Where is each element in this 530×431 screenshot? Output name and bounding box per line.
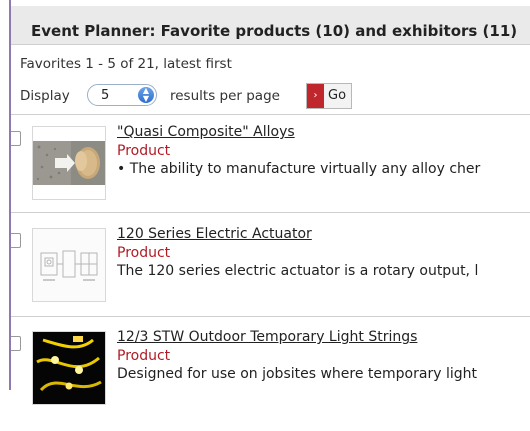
item-type: Product [117, 348, 171, 364]
product-thumbnail[interactable] [32, 126, 106, 200]
item-title-link[interactable]: 12/3 STW Outdoor Temporary Light Strings [117, 329, 417, 345]
item-title-link[interactable]: "Quasi Composite" Alloys [117, 124, 295, 140]
divider [11, 316, 530, 317]
light-string-image-icon [33, 332, 105, 404]
display-label: Display [20, 88, 70, 104]
actuator-diagram-icon [33, 229, 105, 301]
item-title-link[interactable]: 120 Series Electric Actuator [117, 226, 312, 242]
item-description: The 120 series electric actuator is a ro… [117, 263, 479, 279]
item-type: Product [117, 143, 171, 159]
favorites-summary: Favorites 1 - 5 of 21, latest first [20, 56, 232, 72]
product-thumbnail[interactable] [32, 228, 106, 302]
results-per-page-select[interactable]: 5 ▲ ▼ [87, 84, 157, 106]
chevron-right-icon: › [307, 84, 324, 108]
section-header: Event Planner: Favorite products (10) an… [11, 6, 530, 45]
page-title: Event Planner: Favorite products (10) an… [31, 22, 518, 40]
item-description: Designed for use on jobsites where tempo… [117, 366, 477, 382]
go-label: Go [328, 88, 347, 103]
per-page-label: results per page [170, 88, 280, 104]
divider [11, 114, 530, 115]
favorite-checkbox[interactable] [11, 233, 21, 248]
product-thumbnail[interactable] [32, 331, 106, 405]
list-item: "Quasi Composite" Alloys Product • The a… [0, 124, 530, 226]
select-value: 5 [101, 88, 110, 103]
item-type: Product [117, 245, 171, 261]
alloy-image-icon [33, 141, 105, 185]
list-item: 12/3 STW Outdoor Temporary Light Strings… [0, 329, 530, 431]
favorite-checkbox[interactable] [11, 336, 21, 351]
item-description: • The ability to manufacture virtually a… [117, 161, 481, 177]
up-down-arrows-icon: ▲ ▼ [138, 87, 154, 103]
go-button[interactable]: › Go [306, 83, 352, 109]
divider [11, 212, 530, 213]
list-item: 120 Series Electric Actuator Product The… [0, 226, 530, 328]
favorite-checkbox[interactable] [11, 131, 21, 146]
